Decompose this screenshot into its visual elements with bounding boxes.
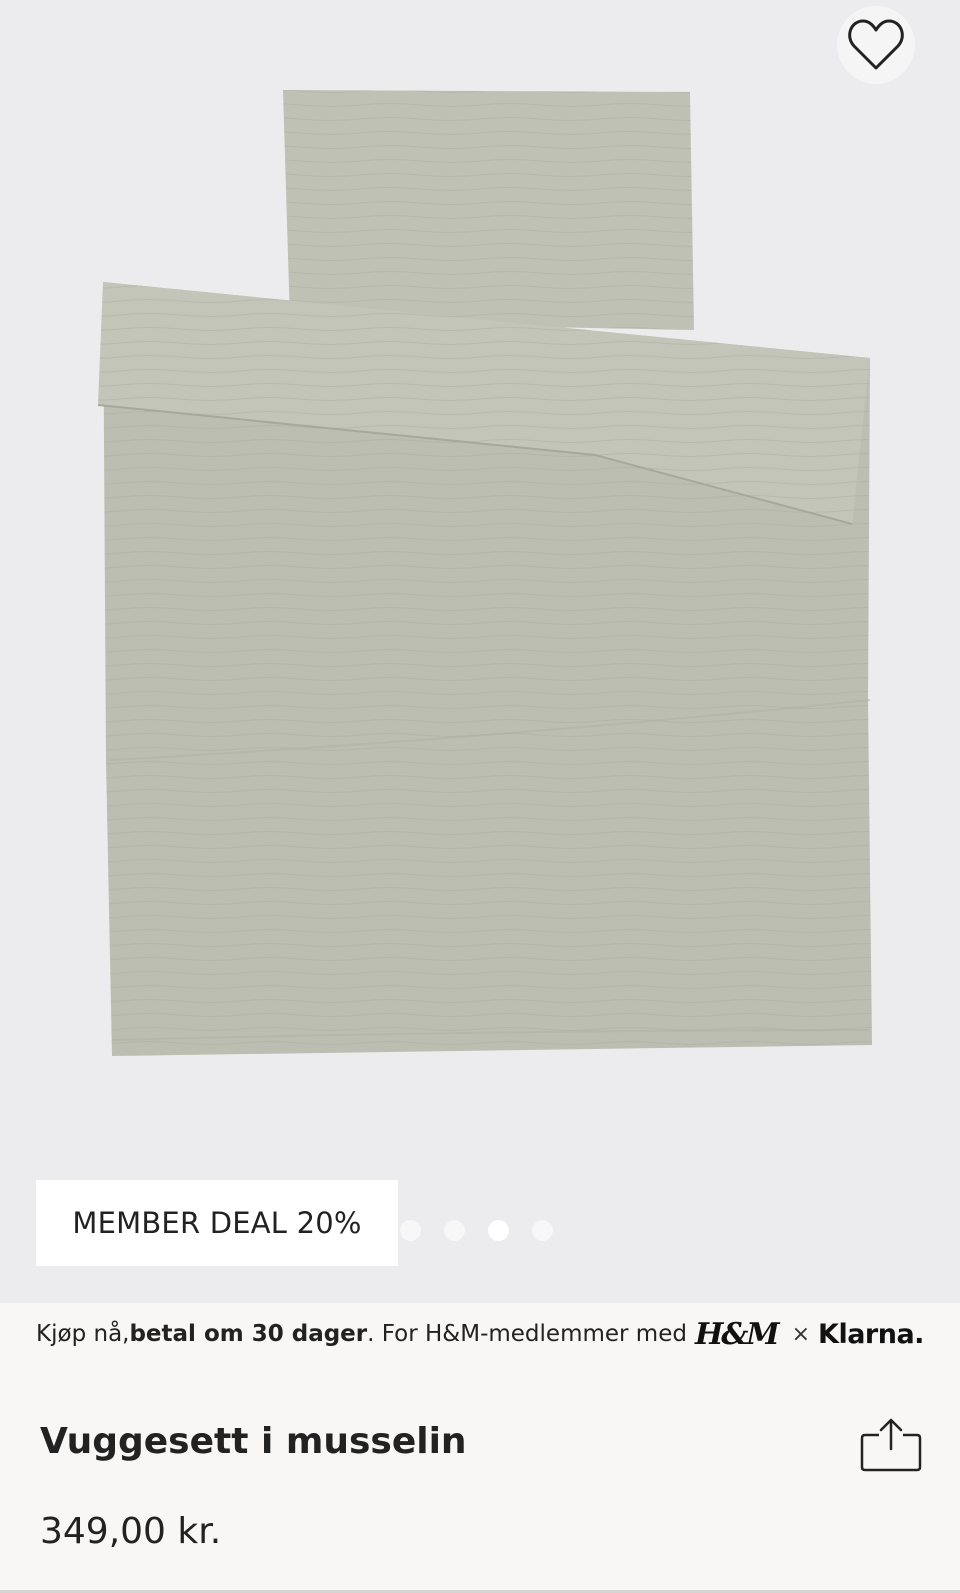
product-image-gallery[interactable]: MEMBER DEAL 20% <box>0 0 960 1303</box>
favorite-button[interactable] <box>837 6 915 84</box>
hm-logo: H&M <box>694 1316 780 1352</box>
gallery-pagination <box>400 1220 553 1241</box>
product-image <box>97 90 872 1056</box>
member-deal-badge: MEMBER DEAL 20% <box>36 1180 398 1266</box>
share-icon <box>860 1418 922 1472</box>
klarna-text-bold: betal om 30 dager <box>129 1321 368 1347</box>
gallery-dot[interactable] <box>532 1220 553 1241</box>
klarna-logo: Klarna. <box>818 1318 924 1350</box>
member-deal-label: MEMBER DEAL 20% <box>72 1206 362 1240</box>
gallery-dot[interactable] <box>400 1220 421 1241</box>
klarna-text-part3: . For H&M-medlemmer med <box>367 1321 687 1347</box>
share-button[interactable] <box>860 1417 922 1473</box>
klarna-promo-bar[interactable]: Kjøp nå, betal om 30 dager. For H&M-medl… <box>0 1303 960 1365</box>
product-title: Vuggesett i musselin <box>40 1421 467 1462</box>
product-details: Vuggesett i musselin 349,00 kr. <box>0 1365 960 1593</box>
product-price: 349,00 kr. <box>40 1511 222 1552</box>
times-symbol: × <box>791 1321 811 1347</box>
gallery-dot-active[interactable] <box>488 1220 509 1241</box>
klarna-text-part1: Kjøp nå, <box>36 1321 130 1347</box>
gallery-dot[interactable] <box>444 1220 465 1241</box>
heart-outline-icon <box>848 19 904 70</box>
